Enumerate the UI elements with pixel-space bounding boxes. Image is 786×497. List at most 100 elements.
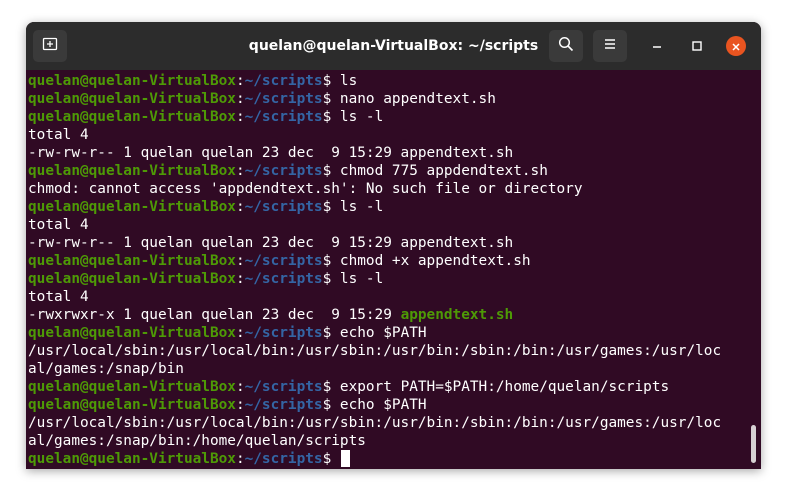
prompt-dollar: $ — [322, 73, 340, 89]
output-text: al/games:/snap/bin:/home/quelan/scripts — [28, 433, 366, 449]
prompt-line: quelan@quelan-VirtualBox:~/scripts$ nano… — [28, 90, 752, 108]
prompt-colon: : — [235, 73, 245, 89]
prompt-path: ~/scripts — [244, 253, 323, 269]
output-text: -rw-rw-r-- 1 quelan quelan 23 dec 9 15:2… — [28, 235, 514, 251]
executable-filename: appendtext.sh — [400, 307, 514, 323]
prompt-dollar: $ — [322, 397, 340, 413]
terminal-lines: quelan@quelan-VirtualBox:~/scripts$ ls qu… — [28, 72, 752, 468]
output-text: chmod: cannot access 'appdendtext.sh': N… — [28, 181, 583, 197]
prompt-user-host: quelan@quelan-VirtualBox — [28, 379, 236, 395]
command-text: nano appendtext.sh — [339, 91, 496, 107]
command-text: ls -l — [339, 271, 384, 287]
prompt-line: quelan@quelan-VirtualBox:~/scripts$ expo… — [28, 378, 752, 396]
command-text: echo $PATH — [339, 397, 427, 413]
prompt-path: ~/scripts — [244, 271, 323, 287]
output-line: total 4 — [28, 216, 752, 234]
close-button[interactable] — [726, 36, 746, 56]
output-line: -rw-rw-r-- 1 quelan quelan 23 dec 9 15:2… — [28, 144, 752, 162]
output-line: /usr/local/sbin:/usr/local/bin:/usr/sbin… — [28, 414, 752, 432]
maximize-button[interactable] — [687, 36, 707, 56]
prompt-path: ~/scripts — [244, 451, 323, 467]
minimize-button[interactable] — [647, 36, 667, 56]
output-text: -rw-rw-r-- 1 quelan quelan 23 dec 9 15:2… — [28, 145, 514, 161]
output-text: -rwxrwxr-x 1 quelan quelan 23 dec 9 15:2… — [28, 307, 401, 323]
output-line: total 4 — [28, 288, 752, 306]
prompt-line: quelan@quelan-VirtualBox:~/scripts$ chmo… — [28, 162, 752, 180]
output-line: total 4 — [28, 126, 752, 144]
command-text: export PATH=$PATH:/home/quelan/scripts — [339, 379, 670, 395]
output-text: total 4 — [28, 289, 89, 305]
command-text: chmod +x appendtext.sh — [339, 253, 531, 269]
maximize-icon — [691, 37, 703, 56]
prompt-colon: : — [235, 199, 245, 215]
output-line: al/games:/snap/bin:/home/quelan/scripts — [28, 432, 752, 450]
output-text: total 4 — [28, 217, 89, 233]
prompt-colon: : — [235, 397, 245, 413]
minimize-icon — [651, 37, 663, 56]
prompt-dollar: $ — [322, 451, 340, 467]
prompt-user-host: quelan@quelan-VirtualBox — [28, 73, 236, 89]
output-text: /usr/local/sbin:/usr/local/bin:/usr/sbin… — [28, 415, 722, 431]
terminal-window: quelan@quelan-VirtualBox: ~/scripts quel… — [26, 22, 761, 469]
prompt-colon: : — [235, 163, 245, 179]
prompt-user-host: quelan@quelan-VirtualBox — [28, 451, 236, 467]
title-bar[interactable]: quelan@quelan-VirtualBox: ~/scripts — [26, 22, 761, 70]
prompt-dollar: $ — [322, 163, 340, 179]
output-line: -rwxrwxr-x 1 quelan quelan 23 dec 9 15:2… — [28, 306, 752, 324]
prompt-colon: : — [235, 379, 245, 395]
prompt-path: ~/scripts — [244, 163, 323, 179]
prompt-user-host: quelan@quelan-VirtualBox — [28, 325, 236, 341]
prompt-line: quelan@quelan-VirtualBox:~/scripts$ echo… — [28, 324, 752, 342]
prompt-line: quelan@quelan-VirtualBox:~/scripts$ echo… — [28, 396, 752, 414]
terminal-cursor — [340, 450, 350, 467]
prompt-user-host: quelan@quelan-VirtualBox — [28, 109, 236, 125]
prompt-line: quelan@quelan-VirtualBox:~/scripts$ — [28, 450, 752, 468]
prompt-user-host: quelan@quelan-VirtualBox — [28, 91, 236, 107]
output-text: total 4 — [28, 127, 89, 143]
hamburger-menu-icon — [602, 36, 618, 56]
prompt-dollar: $ — [322, 325, 340, 341]
search-icon — [558, 36, 574, 56]
prompt-line: quelan@quelan-VirtualBox:~/scripts$ chmo… — [28, 252, 752, 270]
prompt-user-host: quelan@quelan-VirtualBox — [28, 163, 236, 179]
menu-button[interactable] — [593, 30, 627, 62]
output-line: /usr/local/sbin:/usr/local/bin:/usr/sbin… — [28, 342, 752, 360]
prompt-path: ~/scripts — [244, 379, 323, 395]
prompt-line: quelan@quelan-VirtualBox:~/scripts$ ls -… — [28, 108, 752, 126]
command-text: ls -l — [339, 199, 384, 215]
prompt-dollar: $ — [322, 91, 340, 107]
search-button[interactable] — [549, 30, 583, 62]
output-line: al/games:/snap/bin — [28, 360, 752, 378]
prompt-colon: : — [235, 253, 245, 269]
prompt-user-host: quelan@quelan-VirtualBox — [28, 271, 236, 287]
command-text: chmod 775 appdendtext.sh — [339, 163, 548, 179]
prompt-dollar: $ — [322, 199, 340, 215]
prompt-colon: : — [235, 451, 245, 467]
prompt-line: quelan@quelan-VirtualBox:~/scripts$ ls — [28, 72, 752, 90]
command-text: echo $PATH — [339, 325, 427, 341]
prompt-user-host: quelan@quelan-VirtualBox — [28, 397, 236, 413]
prompt-path: ~/scripts — [244, 109, 323, 125]
prompt-line: quelan@quelan-VirtualBox:~/scripts$ ls -… — [28, 198, 752, 216]
prompt-dollar: $ — [322, 379, 340, 395]
new-tab-button[interactable] — [33, 30, 67, 62]
prompt-colon: : — [235, 91, 245, 107]
terminal-output-area[interactable]: quelan@quelan-VirtualBox:~/scripts$ ls qu… — [26, 70, 761, 469]
prompt-path: ~/scripts — [244, 73, 323, 89]
close-icon — [731, 37, 741, 56]
command-text: ls -l — [339, 109, 384, 125]
vertical-scrollbar[interactable] — [751, 425, 756, 463]
prompt-dollar: $ — [322, 253, 340, 269]
output-line: -rw-rw-r-- 1 quelan quelan 23 dec 9 15:2… — [28, 234, 752, 252]
prompt-path: ~/scripts — [244, 91, 323, 107]
prompt-dollar: $ — [322, 271, 340, 287]
prompt-colon: : — [235, 325, 245, 341]
output-line: chmod: cannot access 'appdendtext.sh': N… — [28, 180, 752, 198]
prompt-colon: : — [235, 271, 245, 287]
command-text: ls — [339, 73, 358, 89]
prompt-path: ~/scripts — [244, 325, 323, 341]
prompt-line: quelan@quelan-VirtualBox:~/scripts$ ls -… — [28, 270, 752, 288]
prompt-user-host: quelan@quelan-VirtualBox — [28, 253, 236, 269]
new-tab-icon — [42, 36, 58, 56]
prompt-path: ~/scripts — [244, 199, 323, 215]
